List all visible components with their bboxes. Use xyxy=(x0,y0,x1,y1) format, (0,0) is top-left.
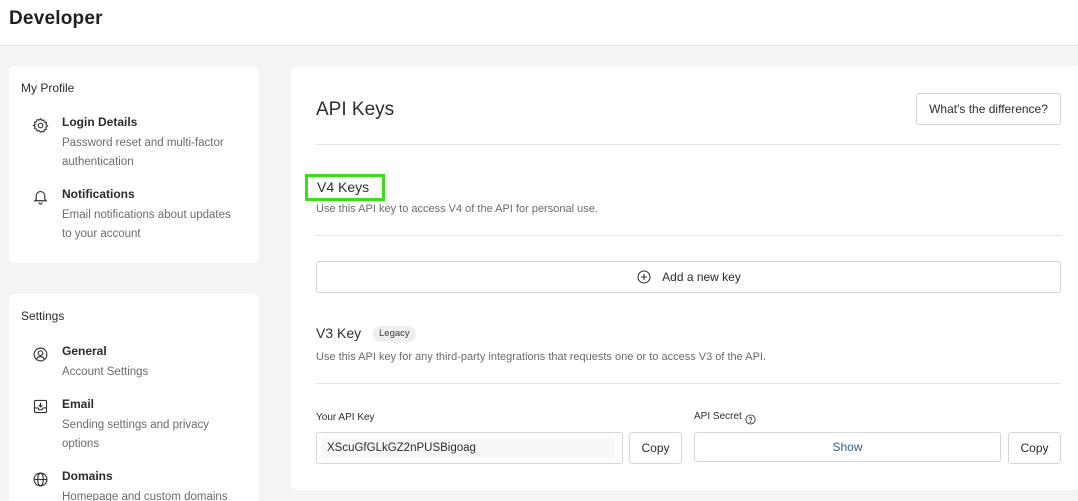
divider xyxy=(316,383,1061,384)
legacy-badge: Legacy xyxy=(373,326,416,342)
divider xyxy=(316,235,1061,236)
bell-icon xyxy=(31,187,49,205)
my-profile-heading: My Profile xyxy=(21,81,75,95)
nav-item-title: Notifications xyxy=(62,187,135,201)
plus-circle-icon xyxy=(636,269,652,285)
nav-item-general[interactable]: General Account Settings xyxy=(9,344,259,380)
nav-item-description: Sending settings and privacy options xyxy=(62,419,210,450)
divider xyxy=(316,144,1061,145)
help-icon[interactable] xyxy=(745,412,756,425)
whats-the-difference-button[interactable]: What's the difference? xyxy=(916,93,1061,125)
nav-item-notifications[interactable]: Notifications Email notifications about … xyxy=(9,187,259,243)
add-new-key-label: Add a new key xyxy=(662,270,741,284)
v3-key-description: Use this API key for any third-party int… xyxy=(316,351,767,363)
nav-item-domains[interactable]: Domains Homepage and custom domains xyxy=(9,469,259,501)
settings-card: Settings General Account Settings Email … xyxy=(9,294,259,501)
api-key-value[interactable]: XScuGfGLkGZ2nPUSBigoag xyxy=(322,438,614,458)
api-keys-title: API Keys xyxy=(316,99,395,120)
nav-item-title: Email xyxy=(62,397,95,411)
api-key-label: Your API Key xyxy=(316,412,375,423)
nav-item-description: Homepage and custom domains xyxy=(62,491,228,501)
settings-heading: Settings xyxy=(21,309,65,323)
globe-icon xyxy=(31,470,49,488)
copy-secret-button[interactable]: Copy xyxy=(1008,432,1061,464)
my-profile-card: My Profile Login Details Password reset … xyxy=(9,66,259,263)
inbox-icon xyxy=(31,397,49,415)
gear-icon xyxy=(31,116,49,134)
v4-keys-title: V4 Keys xyxy=(305,174,385,201)
v3-key-title: V3 Key xyxy=(316,325,362,341)
nav-item-title: Domains xyxy=(62,469,113,483)
nav-item-title: General xyxy=(62,344,107,358)
v4-keys-description: Use this API key to access V4 of the API… xyxy=(316,203,598,215)
nav-item-login-details[interactable]: Login Details Password reset and multi-f… xyxy=(9,115,259,171)
user-circle-icon xyxy=(31,345,49,363)
add-new-key-button[interactable]: Add a new key xyxy=(316,261,1061,293)
nav-item-title: Login Details xyxy=(62,115,138,129)
nav-item-description: Email notifications about updates to you… xyxy=(62,209,231,240)
api-key-field[interactable]: XScuGfGLkGZ2nPUSBigoag xyxy=(316,432,623,464)
copy-api-key-button[interactable]: Copy xyxy=(629,432,682,464)
api-secret-label: API Secret xyxy=(694,411,742,422)
page-title: Developer xyxy=(9,8,103,29)
api-keys-card: API Keys What's the difference? V4 Keys … xyxy=(291,66,1078,490)
nav-item-description: Account Settings xyxy=(62,366,149,378)
show-secret-button[interactable]: Show xyxy=(694,432,1001,462)
nav-item-email[interactable]: Email Sending settings and privacy optio… xyxy=(9,397,259,453)
nav-item-description: Password reset and multi-factor authenti… xyxy=(62,137,224,168)
top-bar: Developer xyxy=(0,0,1078,46)
